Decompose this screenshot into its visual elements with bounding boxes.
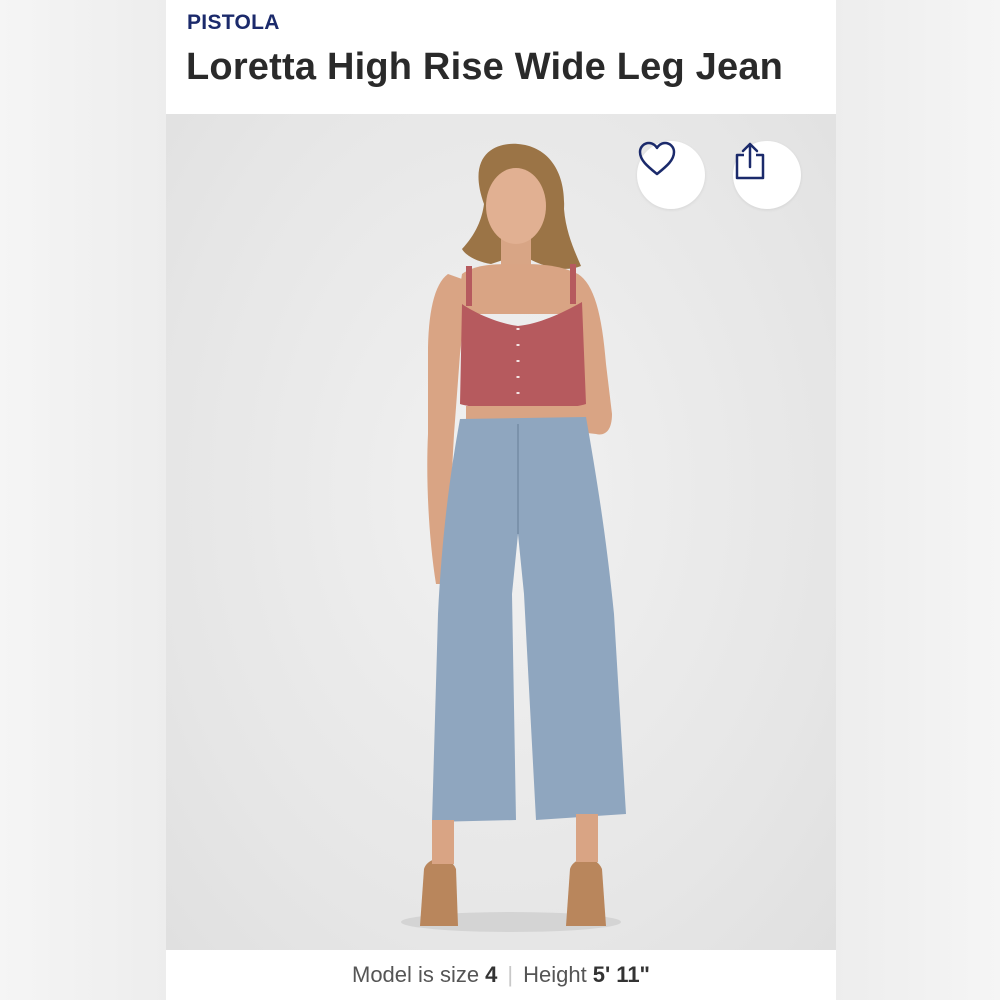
model-info-separator: | bbox=[507, 962, 514, 987]
favorite-button[interactable] bbox=[637, 141, 705, 209]
right-ankle bbox=[576, 814, 598, 862]
model-size-value: 4 bbox=[485, 962, 498, 987]
model-jeans bbox=[432, 417, 626, 822]
left-ankle bbox=[432, 820, 454, 864]
model-info: Model is size 4 | Height 5' 11" bbox=[166, 950, 836, 1000]
model-shoulders bbox=[456, 264, 580, 314]
product-header: PISTOLA Loretta High Rise Wide Leg Jean bbox=[166, 0, 836, 114]
product-image[interactable] bbox=[166, 114, 836, 950]
model-size-label: Model is size bbox=[352, 962, 480, 987]
model-height-label: Height bbox=[523, 962, 587, 987]
left-shoe bbox=[420, 858, 458, 926]
right-shoe bbox=[566, 858, 606, 926]
product-title: Loretta High Rise Wide Leg Jean bbox=[186, 46, 784, 88]
left-strap bbox=[466, 266, 472, 306]
product-card: PISTOLA Loretta High Rise Wide Leg Jean bbox=[166, 0, 836, 1000]
brand-name[interactable]: PISTOLA bbox=[187, 11, 280, 35]
model-face bbox=[486, 168, 546, 244]
right-strap bbox=[570, 264, 576, 304]
right-background bbox=[834, 0, 1000, 1000]
model-crop-top bbox=[460, 302, 586, 410]
model-illustration bbox=[401, 143, 626, 932]
left-background bbox=[0, 0, 166, 1000]
share-button[interactable] bbox=[733, 141, 801, 209]
model-height-value: 5' 11" bbox=[592, 962, 650, 987]
share-icon bbox=[735, 142, 765, 180]
heart-icon bbox=[638, 141, 676, 176]
